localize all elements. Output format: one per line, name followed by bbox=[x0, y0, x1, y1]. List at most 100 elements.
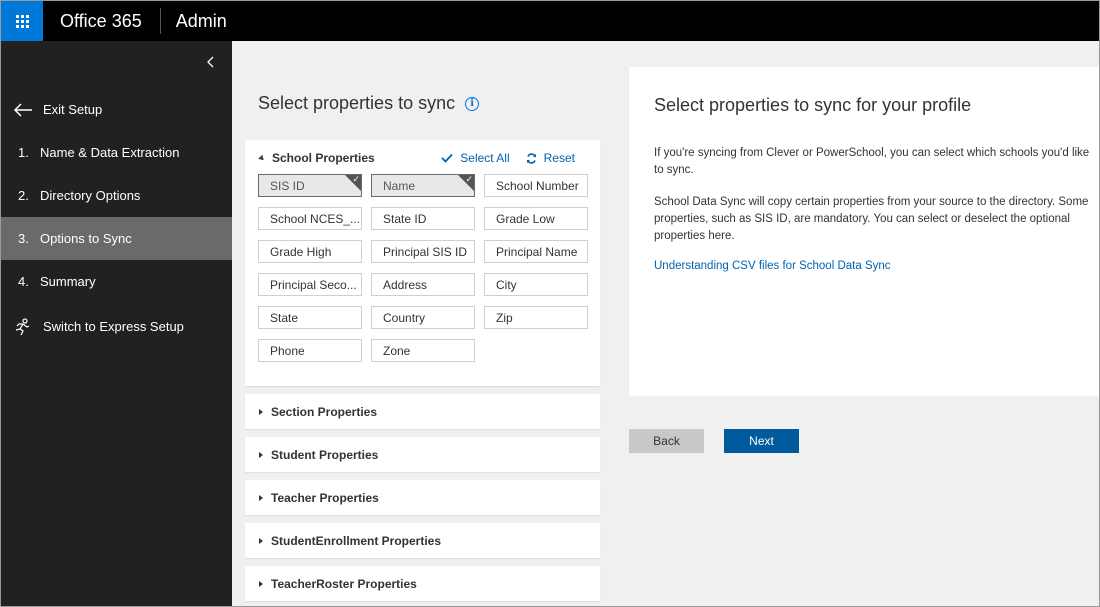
property-label: Zone bbox=[383, 343, 411, 358]
sidebar: Exit Setup 1. Name & Data Extraction 2. … bbox=[1, 41, 232, 606]
back-button[interactable]: Back bbox=[629, 429, 704, 453]
step-label: Directory Options bbox=[40, 188, 141, 203]
step-number: 1. bbox=[18, 145, 29, 160]
next-button[interactable]: Next bbox=[724, 429, 799, 453]
property-chip[interactable]: State ID bbox=[371, 207, 475, 230]
property-label: Principal Seco... bbox=[270, 277, 357, 292]
card-actions: Select All Reset bbox=[441, 151, 575, 165]
property-chip[interactable]: Address bbox=[371, 273, 475, 296]
caret-right-icon bbox=[259, 537, 263, 544]
section-properties-card[interactable]: Section Properties bbox=[245, 394, 600, 429]
property-label: Name bbox=[383, 178, 416, 193]
property-label: Grade High bbox=[270, 244, 332, 259]
csv-help-link[interactable]: Understanding CSV files for School Data … bbox=[654, 260, 891, 272]
property-label: School NCES_... bbox=[270, 211, 361, 226]
sidebar-step-1[interactable]: 1. Name & Data Extraction bbox=[1, 131, 232, 174]
school-properties-header: School Properties bbox=[272, 151, 375, 165]
property-label: SIS ID bbox=[270, 178, 305, 193]
property-chip[interactable]: City bbox=[484, 273, 588, 296]
property-chip[interactable]: Zip bbox=[484, 306, 588, 329]
express-setup-label: Switch to Express Setup bbox=[43, 319, 184, 334]
caret-right-icon bbox=[259, 494, 263, 501]
property-label: Principal SIS ID bbox=[383, 244, 468, 259]
property-chip[interactable]: Country bbox=[371, 306, 475, 329]
property-chip[interactable]: State bbox=[258, 306, 362, 329]
teacher-properties-toggle[interactable]: Teacher Properties bbox=[259, 480, 379, 515]
property-label: Phone bbox=[270, 343, 305, 358]
info-title: Select properties to sync for your profi… bbox=[654, 95, 972, 115]
select-all-button[interactable]: Select All bbox=[441, 151, 510, 165]
studentenrollment-properties-toggle[interactable]: StudentEnrollment Properties bbox=[259, 523, 441, 558]
info-icon[interactable]: i bbox=[465, 96, 480, 111]
teacherroster-properties-card[interactable]: TeacherRoster Properties bbox=[245, 566, 600, 601]
property-chip[interactable]: Phone bbox=[258, 339, 362, 362]
property-label: State ID bbox=[383, 211, 427, 226]
student-properties-card[interactable]: Student Properties bbox=[245, 437, 600, 472]
property-label: City bbox=[496, 277, 517, 292]
property-chip[interactable]: Grade High bbox=[258, 240, 362, 263]
property-chip[interactable]: School NCES_... bbox=[258, 207, 362, 230]
step-label: Name & Data Extraction bbox=[40, 145, 180, 160]
property-label: School Number bbox=[496, 178, 579, 193]
switch-express-setup-link[interactable]: Switch to Express Setup bbox=[1, 305, 232, 348]
top-bar: Office 365 Admin bbox=[1, 1, 1099, 41]
step-label: Options to Sync bbox=[40, 231, 132, 246]
property-chip[interactable]: Principal Seco... bbox=[258, 273, 362, 296]
school-properties-card: School Properties Select All Reset SIS I… bbox=[245, 140, 600, 386]
step-number: 4. bbox=[18, 274, 29, 289]
studentenrollment-properties-card[interactable]: StudentEnrollment Properties bbox=[245, 523, 600, 558]
property-chip[interactable]: Name ✓ bbox=[371, 174, 475, 197]
reset-button[interactable]: Reset bbox=[526, 151, 575, 165]
checkmark-icon: ✓ bbox=[352, 174, 360, 184]
exit-setup-label: Exit Setup bbox=[43, 102, 103, 117]
property-chip[interactable]: SIS ID ✓ bbox=[258, 174, 362, 197]
refresh-icon bbox=[526, 152, 536, 164]
property-label: Zip bbox=[496, 310, 513, 325]
topbar-divider bbox=[159, 8, 161, 34]
property-chip[interactable]: School Number bbox=[484, 174, 588, 197]
property-label: Address bbox=[383, 277, 428, 292]
section-header: Student Properties bbox=[271, 447, 379, 462]
property-chip[interactable]: Grade Low bbox=[484, 207, 588, 230]
reset-label: Reset bbox=[543, 151, 575, 165]
arrow-left-icon bbox=[1, 102, 43, 117]
caret-right-icon bbox=[259, 580, 263, 587]
sidebar-step-3[interactable]: 3. Options to Sync bbox=[1, 217, 232, 260]
page-title: Select properties to sync i bbox=[258, 93, 480, 114]
caret-down-icon bbox=[258, 154, 266, 162]
running-person-icon bbox=[1, 317, 43, 336]
section-header: Teacher Properties bbox=[271, 490, 379, 505]
property-label: Principal Name bbox=[496, 244, 578, 259]
collapse-sidebar-button[interactable] bbox=[204, 54, 218, 70]
checkmark-icon bbox=[441, 153, 453, 163]
section-header: TeacherRoster Properties bbox=[271, 576, 417, 591]
property-label: Grade Low bbox=[496, 211, 555, 226]
waffle-icon bbox=[15, 14, 29, 28]
sidebar-step-4[interactable]: 4. Summary bbox=[1, 260, 232, 303]
section-header: StudentEnrollment Properties bbox=[271, 533, 442, 548]
step-label: Summary bbox=[40, 274, 96, 289]
property-chip[interactable]: Zone bbox=[371, 339, 475, 362]
page-title-text: Select properties to sync bbox=[258, 93, 456, 113]
info-panel: Select properties to sync for your profi… bbox=[629, 67, 1099, 396]
school-property-grid: SIS ID ✓ Name ✓ School Number School NCES_...… bbox=[258, 174, 588, 362]
brand-name[interactable]: Office 365 bbox=[60, 11, 142, 32]
student-properties-toggle[interactable]: Student Properties bbox=[259, 437, 378, 472]
exit-setup-link[interactable]: Exit Setup bbox=[1, 88, 232, 131]
step-number: 2. bbox=[18, 188, 29, 203]
checkmark-icon: ✓ bbox=[465, 174, 473, 184]
app-launcher-button[interactable] bbox=[1, 1, 43, 41]
teacherroster-properties-toggle[interactable]: TeacherRoster Properties bbox=[259, 566, 417, 601]
property-chip[interactable]: Principal Name bbox=[484, 240, 588, 263]
caret-right-icon bbox=[259, 408, 263, 415]
info-paragraph-2: School Data Sync will copy certain prope… bbox=[654, 196, 1089, 242]
property-label: State bbox=[270, 310, 299, 325]
property-label: Country bbox=[383, 310, 426, 325]
section-properties-toggle[interactable]: Section Properties bbox=[259, 394, 377, 429]
step-number: 3. bbox=[18, 231, 29, 246]
property-chip[interactable]: Principal SIS ID bbox=[371, 240, 475, 263]
sidebar-step-2[interactable]: 2. Directory Options bbox=[1, 174, 232, 217]
teacher-properties-card[interactable]: Teacher Properties bbox=[245, 480, 600, 515]
school-properties-toggle[interactable]: School Properties bbox=[258, 151, 375, 165]
app-name[interactable]: Admin bbox=[176, 11, 227, 32]
